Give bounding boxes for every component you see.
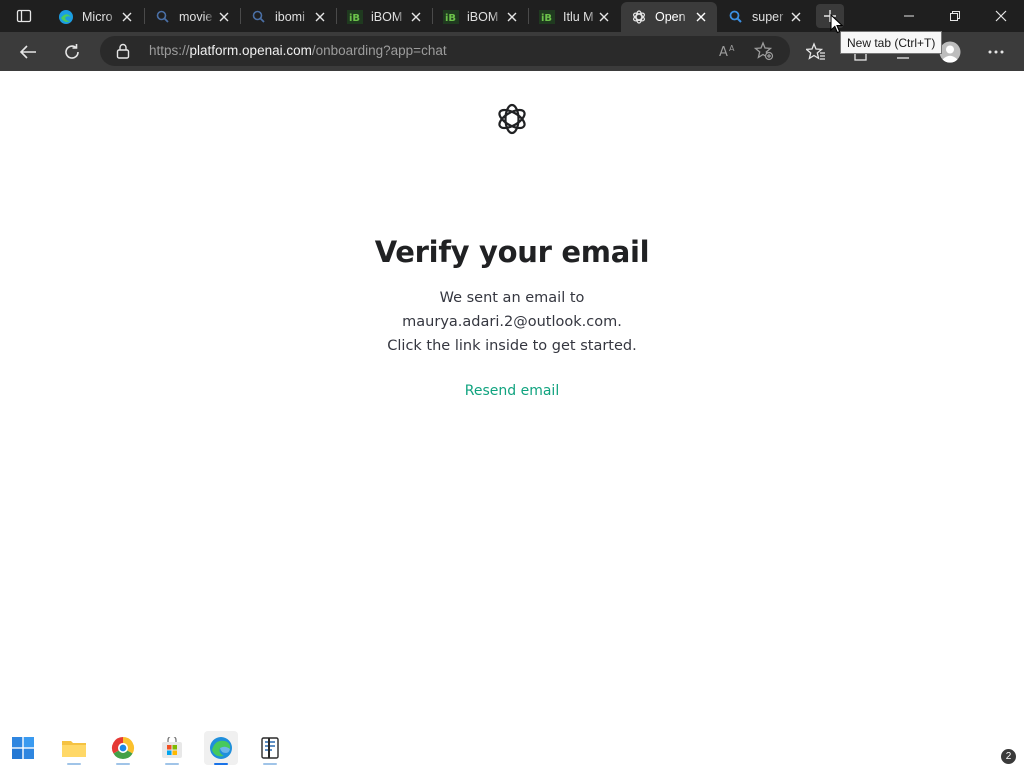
- tab-title: Itlu M: [563, 10, 594, 24]
- favorites-button[interactable]: [801, 37, 831, 67]
- edge-icon: [210, 737, 232, 759]
- notification-badge[interactable]: 2: [1001, 749, 1016, 764]
- close-icon[interactable]: [596, 9, 612, 25]
- close-icon[interactable]: [693, 9, 709, 25]
- tab-title: movie: [179, 10, 213, 24]
- taskbar-file-explorer[interactable]: [57, 731, 91, 765]
- message-line: Click the link inside to get started.: [387, 338, 637, 354]
- back-button[interactable]: [13, 37, 43, 67]
- tab-actions-button[interactable]: [8, 4, 40, 28]
- openai-logo-icon: [498, 103, 526, 135]
- search-icon: [155, 9, 171, 25]
- running-indicator: [116, 763, 130, 765]
- close-icon[interactable]: [216, 9, 232, 25]
- tab-itlu[interactable]: iB Itlu M: [529, 2, 620, 32]
- tab-title: super: [752, 10, 784, 24]
- running-indicator: [165, 763, 179, 765]
- ibom-icon: iB: [539, 9, 555, 25]
- favorites-icon: [806, 42, 825, 60]
- verification-message: We sent an email to maurya.adari.2@outlo…: [0, 286, 1024, 358]
- message-line: We sent an email to: [439, 290, 585, 306]
- taskbar: 2: [0, 728, 1024, 768]
- close-icon[interactable]: [788, 9, 804, 25]
- edge-icon: [58, 9, 74, 25]
- taskbar-chrome[interactable]: [106, 731, 140, 765]
- close-icon[interactable]: [119, 9, 135, 25]
- close-window-icon: [995, 10, 1007, 22]
- close-icon[interactable]: [408, 9, 424, 25]
- running-indicator: [214, 763, 228, 765]
- tab-title: iBOM: [371, 10, 403, 24]
- svg-text:A: A: [719, 45, 728, 60]
- url-scheme: https://: [149, 43, 190, 58]
- lock-icon[interactable]: [116, 43, 130, 63]
- close-icon[interactable]: [312, 9, 328, 25]
- add-favorite-icon[interactable]: [753, 41, 774, 65]
- address-bar[interactable]: https://platform.openai.com/onboarding?a…: [100, 36, 790, 66]
- tab-title: ibomi: [275, 10, 305, 24]
- new-tab-tooltip: New tab (Ctrl+T): [840, 31, 943, 54]
- start-button[interactable]: [6, 731, 40, 765]
- arrow-left-icon: [19, 45, 36, 59]
- tab-strip: Micro movie ibomi iB iBOM iB iBOM iB Itl…: [0, 0, 1024, 32]
- close-icon[interactable]: [504, 9, 520, 25]
- tab-openai[interactable]: Open: [621, 2, 717, 32]
- page-content: Verify your email We sent an email to ma…: [0, 71, 1024, 728]
- running-indicator: [67, 763, 81, 765]
- restore-icon: [950, 11, 960, 21]
- svg-text:iB: iB: [445, 13, 456, 24]
- read-aloud-icon[interactable]: AA: [718, 42, 738, 64]
- refresh-icon: [65, 44, 79, 59]
- resend-email-link[interactable]: Resend email: [0, 383, 1024, 399]
- start-icon: [12, 737, 34, 759]
- openai-icon: [631, 9, 647, 25]
- minimize-icon: [904, 15, 914, 17]
- url-path: /onboarding?app=chat: [311, 43, 447, 58]
- store-icon: [162, 737, 182, 758]
- tab-title: Open: [655, 10, 686, 24]
- minimize-button[interactable]: [886, 0, 932, 32]
- url-text: https://platform.openai.com/onboarding?a…: [149, 43, 447, 58]
- svg-text:iB: iB: [541, 13, 552, 24]
- restore-button[interactable]: [932, 0, 978, 32]
- taskbar-edge[interactable]: [204, 731, 238, 765]
- tab-ibom-2[interactable]: iB iBOM: [433, 2, 528, 32]
- tab-super[interactable]: super: [718, 2, 812, 32]
- svg-text:A: A: [729, 44, 735, 53]
- taskbar-store[interactable]: [155, 731, 189, 765]
- file-explorer-icon: [62, 741, 86, 757]
- page-title: Verify your email: [374, 235, 650, 269]
- tab-ibom-1[interactable]: iB iBOM: [337, 2, 432, 32]
- mouse-cursor-icon: [830, 14, 844, 34]
- tab-ibomi[interactable]: ibomi: [241, 2, 336, 32]
- taskbar-reader[interactable]: [253, 731, 287, 765]
- svg-text:iB: iB: [349, 13, 360, 24]
- tab-title: Micro: [82, 10, 113, 24]
- tab-movie[interactable]: movie: [145, 2, 240, 32]
- ibom-icon: iB: [347, 9, 363, 25]
- running-indicator: [263, 763, 277, 765]
- close-window-button[interactable]: [978, 0, 1024, 32]
- search-icon: [728, 9, 744, 25]
- ibom-icon: iB: [443, 9, 459, 25]
- refresh-button[interactable]: [57, 37, 87, 67]
- chrome-icon: [111, 737, 135, 760]
- tab-actions-icon: [16, 9, 32, 23]
- url-host: platform.openai.com: [189, 43, 312, 58]
- ellipsis-icon: [988, 50, 1004, 54]
- more-options-button[interactable]: [981, 37, 1011, 67]
- search-icon: [251, 9, 267, 25]
- reader-icon: [261, 737, 279, 759]
- tab-title: iBOM: [467, 10, 499, 24]
- tab-microsoft[interactable]: Micro: [48, 2, 143, 32]
- email-address: maurya.adari.2@outlook.com.: [402, 314, 622, 330]
